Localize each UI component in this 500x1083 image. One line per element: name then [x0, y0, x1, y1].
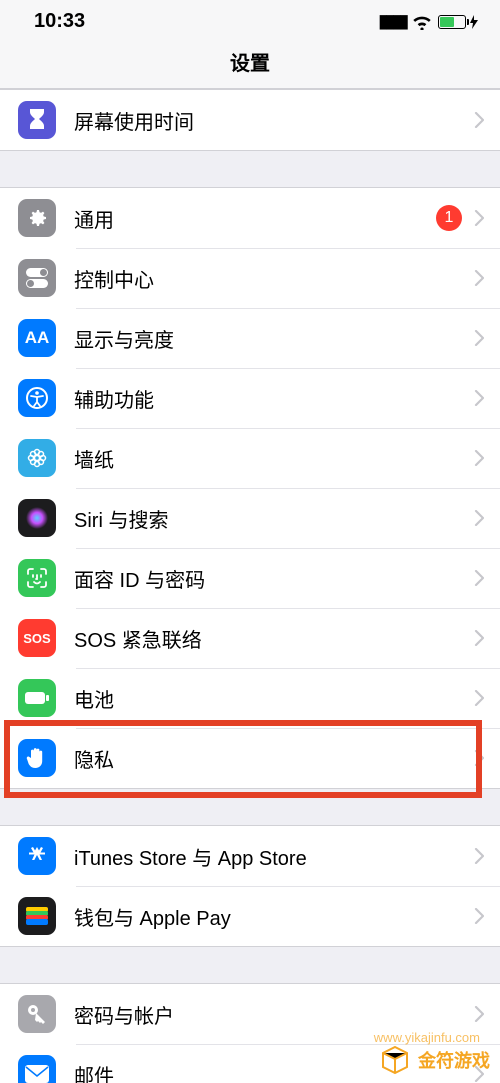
row-label: 电池	[74, 684, 474, 713]
cube-icon	[380, 1045, 410, 1075]
chevron-right-icon	[474, 330, 484, 346]
chevron-right-icon	[474, 390, 484, 406]
battery-row-icon	[18, 679, 56, 717]
chevron-right-icon	[474, 908, 484, 924]
wallet-icon	[18, 897, 56, 935]
accessibility-icon	[18, 379, 56, 417]
settings-group-1: 通用 1 控制中心 AA 显示与亮度 辅助功能 墙纸 Siri 与搜索	[0, 187, 500, 789]
row-label: SOS 紧急联络	[74, 624, 474, 653]
row-sos[interactable]: SOS SOS 紧急联络	[0, 608, 500, 668]
signal-icon: ▮▮▮▮	[378, 11, 406, 32]
row-label: 控制中心	[74, 264, 474, 293]
row-privacy[interactable]: 隐私	[0, 728, 500, 788]
row-label: 屏幕使用时间	[74, 106, 474, 135]
row-general[interactable]: 通用 1	[0, 188, 500, 248]
row-label: 通用	[74, 204, 436, 233]
settings-group-0: 屏幕使用时间	[0, 89, 500, 151]
row-siri[interactable]: Siri 与搜索	[0, 488, 500, 548]
row-screen-time[interactable]: 屏幕使用时间	[0, 90, 500, 150]
row-wallpaper[interactable]: 墙纸	[0, 428, 500, 488]
row-label: 墙纸	[74, 444, 474, 473]
key-icon	[18, 995, 56, 1033]
status-bar: 10:33 ▮▮▮▮	[0, 0, 500, 37]
sos-icon: SOS	[18, 619, 56, 657]
wifi-icon	[412, 14, 432, 30]
chevron-right-icon	[474, 848, 484, 864]
settings-group-2: iTunes Store 与 App Store 钱包与 Apple Pay	[0, 825, 500, 947]
flower-icon	[18, 439, 56, 477]
text-size-icon: AA	[18, 319, 56, 357]
row-label: 显示与亮度	[74, 324, 474, 353]
row-label: 辅助功能	[74, 384, 474, 413]
appstore-icon	[18, 837, 56, 875]
charging-icon	[470, 15, 478, 29]
gear-icon	[18, 199, 56, 237]
status-indicators: ▮▮▮▮	[378, 11, 478, 32]
faceid-icon	[18, 559, 56, 597]
watermark: 金符游戏	[380, 1045, 490, 1075]
row-itunes[interactable]: iTunes Store 与 App Store	[0, 826, 500, 886]
mail-icon	[18, 1055, 56, 1083]
chevron-right-icon	[474, 210, 484, 226]
row-accessibility[interactable]: 辅助功能	[0, 368, 500, 428]
row-label: iTunes Store 与 App Store	[74, 842, 474, 871]
chevron-right-icon	[474, 270, 484, 286]
row-display[interactable]: AA 显示与亮度	[0, 308, 500, 368]
hourglass-icon	[18, 101, 56, 139]
watermark-url: www.yikajinfu.com	[374, 1030, 480, 1045]
row-wallet[interactable]: 钱包与 Apple Pay	[0, 886, 500, 946]
row-faceid[interactable]: 面容 ID 与密码	[0, 548, 500, 608]
row-battery[interactable]: 电池	[0, 668, 500, 728]
row-label: 隐私	[74, 744, 474, 773]
battery-icon	[438, 15, 466, 29]
page-title: 设置	[0, 37, 500, 89]
chevron-right-icon	[474, 750, 484, 766]
chevron-right-icon	[474, 112, 484, 128]
chevron-right-icon	[474, 690, 484, 706]
row-control-center[interactable]: 控制中心	[0, 248, 500, 308]
chevron-right-icon	[474, 510, 484, 526]
watermark-brand: 金符游戏	[418, 1047, 490, 1073]
chevron-right-icon	[474, 570, 484, 586]
siri-icon	[18, 499, 56, 537]
toggles-icon	[18, 259, 56, 297]
chevron-right-icon	[474, 1006, 484, 1022]
hand-icon	[18, 739, 56, 777]
status-time: 10:33	[34, 10, 85, 33]
chevron-right-icon	[474, 450, 484, 466]
row-label: Siri 与搜索	[74, 504, 474, 533]
chevron-right-icon	[474, 630, 484, 646]
notification-badge: 1	[436, 205, 462, 231]
row-label: 钱包与 Apple Pay	[74, 902, 474, 931]
row-label: 面容 ID 与密码	[74, 564, 474, 593]
row-label: 密码与帐户	[74, 1000, 474, 1029]
